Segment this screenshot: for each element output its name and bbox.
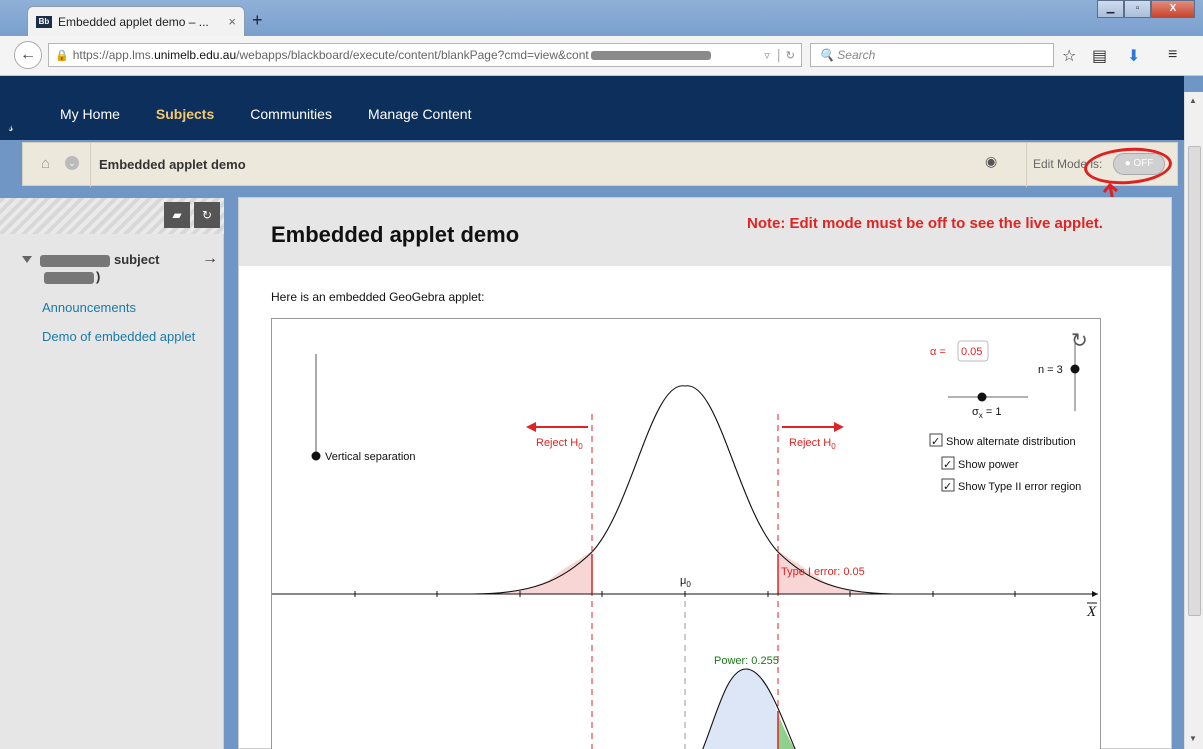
n-slider-handle[interactable] (1070, 364, 1080, 374)
browser-navbar: ← 🔒 https://app.lms. unimelb.edu.au/webap… (0, 36, 1203, 76)
subject-title[interactable]: subject (40, 252, 160, 267)
xbar-label: X (1086, 604, 1097, 620)
page-title: Embedded applet demo (271, 222, 520, 247)
blackboard-favicon-icon: Bb (36, 15, 52, 28)
new-tab-button[interactable]: + (252, 10, 263, 31)
geogebra-applet[interactable]: Vertical separation Reject H0 Reject H0 … (271, 318, 1101, 749)
window-controls: ▁ ▫ X (1097, 0, 1195, 18)
alpha-value[interactable]: 0.05 (961, 346, 982, 358)
scroll-up-icon[interactable]: ▲ (1189, 96, 1197, 105)
nav-communities[interactable]: Communities (250, 106, 332, 122)
url-path: /webapps/blackboard/execute/content/blan… (236, 48, 589, 62)
home-icon[interactable]: ⌂ (41, 155, 50, 172)
tab-title: Embedded applet demo – ... (58, 14, 209, 29)
subject-close-paren: ) (96, 269, 101, 284)
nav-my-home[interactable]: My Home (60, 106, 120, 122)
url-host: unimelb.edu.au (154, 48, 237, 62)
url-dropdown-icon[interactable]: ▿ │ ↻ (764, 49, 795, 62)
browser-tab[interactable]: Bb Embedded applet demo – ... × (27, 6, 245, 36)
chevron-down-icon[interactable]: ⌄ (65, 156, 79, 170)
url-prefix: https://app.lms. (72, 48, 155, 62)
power-label: Power: 0.255 (714, 655, 779, 667)
scrollbar-thumb[interactable] (1188, 146, 1201, 616)
student-preview-icon[interactable]: ◉ (985, 153, 1009, 175)
sigma-slider-handle[interactable] (977, 392, 987, 402)
link-icon[interactable]: 𝓈 (9, 120, 13, 135)
checkmark-icon: ✓ (931, 436, 940, 448)
type1-error-label: Type I error: 0.05 (781, 566, 865, 578)
course-menu: ▰ ↻ subject ) → Announcements Demo of em… (0, 198, 224, 749)
close-window-icon[interactable]: X (1151, 0, 1195, 18)
search-placeholder: Search (837, 48, 876, 62)
breadcrumb-title: Embedded applet demo (99, 157, 246, 172)
reading-list-icon[interactable]: ▤ (1092, 46, 1107, 66)
scroll-down-icon[interactable]: ▼ (1189, 734, 1197, 743)
url-redacted (590, 50, 711, 60)
nav-subjects[interactable]: Subjects (156, 106, 214, 122)
sigma-label: σx = 1 (972, 406, 1001, 420)
page-scrollbar[interactable]: ▲ ▼ (1184, 92, 1203, 749)
content-header: Embedded applet demo Note: Edit mode mus… (239, 198, 1171, 266)
blackboard-nav: My Home Subjects Communities Manage Cont… (60, 106, 508, 122)
refresh-icon[interactable]: ↻ (194, 202, 220, 228)
blackboard-header: My Home Subjects Communities Manage Cont… (0, 76, 1184, 140)
minimize-icon[interactable]: ▁ (1097, 0, 1124, 18)
search-input[interactable]: 🔍 Search (810, 43, 1054, 67)
subject-label: subject (114, 252, 160, 267)
arrow-right-icon[interactable]: → (202, 250, 218, 268)
content-area: Embedded applet demo Note: Edit mode mus… (238, 197, 1172, 749)
breadcrumb: ⌂ ⌄ Embedded applet demo ◉ Edit Mode is:… (22, 142, 1178, 187)
maximize-icon[interactable]: ▫ (1124, 0, 1151, 18)
show-type2-label: Show Type II error region (958, 481, 1081, 493)
search-icon: 🔍 (819, 48, 834, 62)
menu-icon[interactable]: ≡ (1168, 46, 1177, 64)
sidebar-item-demo[interactable]: Demo of embedded applet (42, 329, 195, 344)
show-alternate-label: Show alternate distribution (946, 436, 1076, 448)
back-arrow-icon[interactable]: ← (14, 41, 42, 69)
nav-manage-content[interactable]: Manage Content (368, 106, 472, 122)
reject-right-label: Reject H0 (789, 437, 836, 451)
n-label: n = 3 (1038, 364, 1063, 376)
arrow-right-icon (834, 422, 844, 432)
lock-icon: 🔒 (55, 49, 69, 62)
intro-text: Here is an embedded GeoGebra applet: (271, 290, 485, 304)
tab-close-icon[interactable]: × (228, 14, 236, 29)
browser-titlebar: Bb Embedded applet demo – ... × + ▁ ▫ X (0, 0, 1203, 36)
checkmark-icon: ✓ (943, 481, 952, 493)
folder-view-icon[interactable]: ▰ (164, 202, 190, 228)
arrow-left-icon (526, 422, 536, 432)
divider (90, 143, 91, 187)
divider (1026, 143, 1027, 187)
show-power-label: Show power (958, 459, 1019, 471)
type2-region (702, 669, 778, 749)
sidebar-item-announcements[interactable]: Announcements (42, 300, 136, 315)
vertical-separation-label: Vertical separation (325, 451, 416, 463)
subject-redacted (40, 254, 110, 267)
x-axis-arrow (1092, 591, 1098, 597)
alpha-label: α = (930, 346, 946, 358)
collapse-triangle-icon[interactable] (22, 256, 32, 263)
mu0-label: μ0 (680, 575, 691, 589)
note-text: Note: Edit mode must be off to see the l… (747, 215, 1103, 232)
bookmark-star-icon[interactable]: ☆ (1062, 46, 1076, 66)
slider-handle[interactable] (311, 451, 321, 461)
course-menu-header: ▰ ↻ (0, 198, 224, 234)
reject-left-label: Reject H0 (536, 437, 583, 451)
address-bar[interactable]: 🔒 https://app.lms. unimelb.edu.au/webapps… (48, 43, 802, 67)
reset-icon[interactable]: ↻ (1071, 330, 1088, 352)
download-icon[interactable]: ⬇ (1127, 46, 1140, 66)
checkmark-icon: ✓ (943, 459, 952, 471)
null-distribution-curve (471, 385, 899, 595)
subject-code-redacted (44, 272, 94, 284)
